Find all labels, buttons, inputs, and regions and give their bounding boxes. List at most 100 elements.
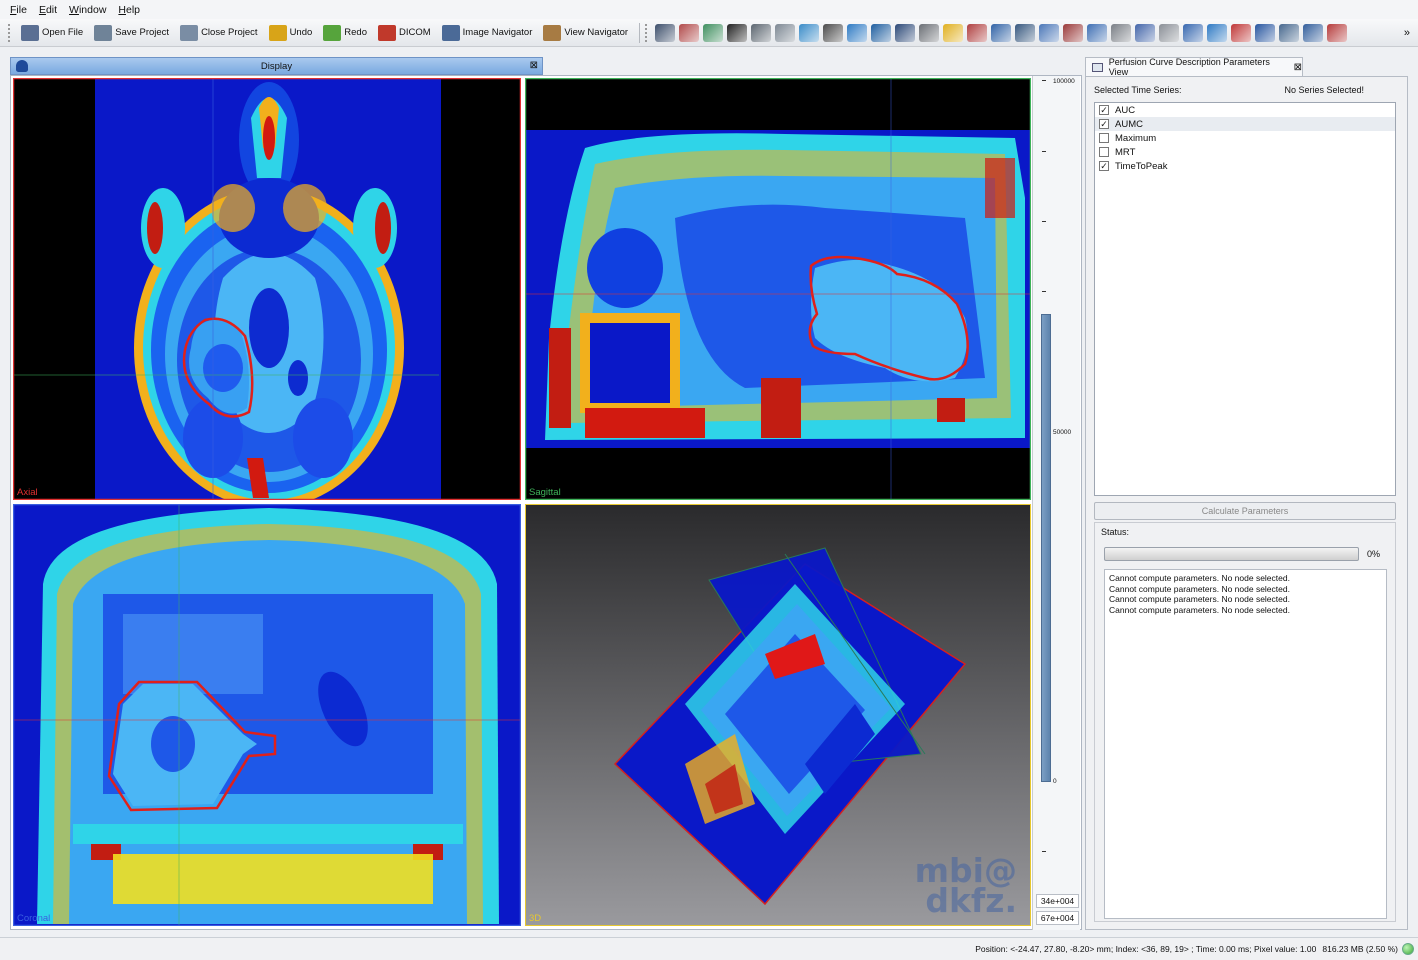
series-label: Maximum: [1115, 132, 1157, 144]
plugin-tool-19-icon[interactable]: [1087, 23, 1108, 42]
toolbar-grip[interactable]: [8, 23, 12, 42]
undo-arrow-icon: [268, 24, 287, 41]
coronal-label: Coronal: [17, 913, 51, 924]
menu-edit[interactable]: Edit: [33, 4, 63, 16]
plugin-tool-3-icon[interactable]: [703, 23, 724, 42]
plugin-tool-4-icon[interactable]: [727, 23, 748, 42]
checkbox[interactable]: [1099, 133, 1109, 143]
axial-image[interactable]: [13, 78, 521, 500]
series-item-aumc[interactable]: ✓ AUMC: [1095, 117, 1395, 131]
save-project-button[interactable]: Save Project: [89, 22, 174, 44]
toolbar-button-label: Undo: [289, 27, 313, 38]
series-item-auc[interactable]: ✓ AUC: [1095, 103, 1395, 117]
plugin-tool-28-icon[interactable]: [1303, 23, 1324, 42]
series-list[interactable]: ✓ AUC ✓ AUMC Maximum MRT ✓ TimeToPeak: [1094, 102, 1396, 496]
selected-series-label: Selected Time Series:: [1094, 85, 1182, 95]
plugin-tool-5-icon[interactable]: [751, 23, 772, 42]
menu-window[interactable]: Window: [63, 4, 112, 16]
progress-percent: 0%: [1367, 549, 1381, 559]
log-line: Cannot compute parameters. No node selec…: [1109, 573, 1290, 583]
perfusion-panel: Selected Time Series: No Series Selected…: [1085, 76, 1408, 930]
log-line: Cannot compute parameters. No node selec…: [1109, 604, 1290, 615]
plugin-tool-12-icon[interactable]: [919, 23, 940, 42]
series-label: TimeToPeak: [1115, 160, 1168, 172]
plugin-tool-21-icon[interactable]: [1135, 23, 1156, 42]
level-window-tick: [1042, 851, 1046, 852]
status-group: Status: 0% Cannot compute parameters. No…: [1094, 522, 1396, 922]
plugin-tool-22-icon[interactable]: [1159, 23, 1180, 42]
display-tab[interactable]: Display ⊠: [10, 57, 543, 75]
plugin-tool-17-icon[interactable]: [1039, 23, 1060, 42]
level-window-widget[interactable]: 100000 50000 0 34e+004 67e+004: [1032, 76, 1080, 930]
level-window-tick: [1042, 151, 1046, 152]
plugin-tool-20-icon[interactable]: [1111, 23, 1132, 42]
toolbar-grip[interactable]: [645, 23, 649, 42]
calculate-parameters-button[interactable]: Calculate Parameters: [1094, 502, 1396, 520]
redo-button[interactable]: Redo: [318, 22, 372, 44]
toolbar-overflow-icon[interactable]: »: [1404, 27, 1410, 39]
plugin-tool-13-icon[interactable]: [943, 23, 964, 42]
perfusion-view-tab[interactable]: Perfusion Curve Description Parameters V…: [1085, 57, 1303, 77]
plugin-tool-29-icon[interactable]: [1327, 23, 1348, 42]
toolbar-button-label: Image Navigator: [462, 27, 533, 38]
close-icon[interactable]: ⊠: [1294, 62, 1302, 73]
plugin-tool-15-icon[interactable]: [991, 23, 1012, 42]
plugin-tool-26-icon[interactable]: [1255, 23, 1276, 42]
checkbox[interactable]: ✓: [1099, 161, 1109, 171]
selected-series-status: No Series Selected!: [1284, 85, 1364, 95]
checkbox[interactable]: ✓: [1099, 105, 1109, 115]
toolbar-button-label: Open File: [42, 27, 84, 38]
plugin-tool-23-icon[interactable]: [1183, 23, 1204, 42]
plugin-tool-27-icon[interactable]: [1279, 23, 1300, 42]
display-tab-icon: [16, 60, 28, 72]
menu-bar: File Edit Window Help: [0, 0, 1418, 19]
series-label: MRT: [1115, 146, 1136, 158]
view-navigator-button[interactable]: View Navigator: [538, 22, 633, 44]
dicom-button[interactable]: DICOM: [373, 22, 436, 44]
undo-button[interactable]: Undo: [264, 22, 318, 44]
plugin-tool-11-icon[interactable]: [895, 23, 916, 42]
sagittal-image[interactable]: [525, 78, 1031, 500]
close-icon[interactable]: ⊠: [530, 60, 538, 71]
plugin-tool-9-icon[interactable]: [847, 23, 868, 42]
memory-indicator-icon: [1402, 943, 1414, 955]
plugin-tool-25-icon[interactable]: [1231, 23, 1252, 42]
open-folder-icon: [21, 24, 39, 41]
image-navigator-button[interactable]: Image Navigator: [437, 22, 538, 44]
selected-series-row: Selected Time Series: No Series Selected…: [1094, 85, 1394, 95]
sagittal-view[interactable]: Sagittal: [525, 78, 1031, 500]
redo-arrow-icon: [323, 24, 342, 41]
plugin-tool-6-icon[interactable]: [775, 23, 796, 42]
plugin-tool-2-icon[interactable]: [679, 23, 700, 42]
plugin-tool-8-icon[interactable]: [823, 23, 844, 42]
series-item-timetopeak[interactable]: ✓ TimeToPeak: [1095, 159, 1395, 173]
plugin-tool-10-icon[interactable]: [871, 23, 892, 42]
level-window-tick: [1042, 291, 1046, 292]
open-file-button[interactable]: Open File: [16, 22, 88, 44]
window-input[interactable]: 67e+004: [1036, 911, 1079, 925]
plugin-tool-7-icon[interactable]: [799, 23, 820, 42]
plugin-tool-16-icon[interactable]: [1015, 23, 1036, 42]
status-log[interactable]: Cannot compute parameters. No node selec…: [1104, 569, 1387, 919]
plugin-tool-14-icon[interactable]: [967, 23, 988, 42]
menu-file[interactable]: File: [4, 4, 33, 16]
plugin-tool-1-icon[interactable]: [655, 23, 676, 42]
series-item-maximum[interactable]: Maximum: [1095, 131, 1395, 145]
menu-help[interactable]: Help: [112, 4, 146, 16]
level-window-slider[interactable]: [1041, 314, 1051, 782]
checkbox[interactable]: ✓: [1099, 119, 1109, 129]
axial-view[interactable]: Axial: [13, 78, 521, 500]
level-input[interactable]: 34e+004: [1036, 894, 1079, 908]
coronal-image[interactable]: [13, 504, 521, 926]
close-project-button[interactable]: Close Project: [175, 22, 263, 44]
series-item-mrt[interactable]: MRT: [1095, 145, 1395, 159]
coronal-view[interactable]: Coronal: [13, 504, 521, 926]
3d-view[interactable]: mbi@ dkfz. 3D: [525, 504, 1031, 926]
plugin-tool-18-icon[interactable]: [1063, 23, 1084, 42]
plugin-tool-24-icon[interactable]: [1207, 23, 1228, 42]
checkbox[interactable]: [1099, 147, 1109, 157]
sagittal-label: Sagittal: [529, 487, 561, 498]
toolbar-button-label: View Navigator: [564, 27, 629, 38]
progress-bar: [1104, 547, 1359, 561]
axial-label: Axial: [17, 487, 38, 498]
